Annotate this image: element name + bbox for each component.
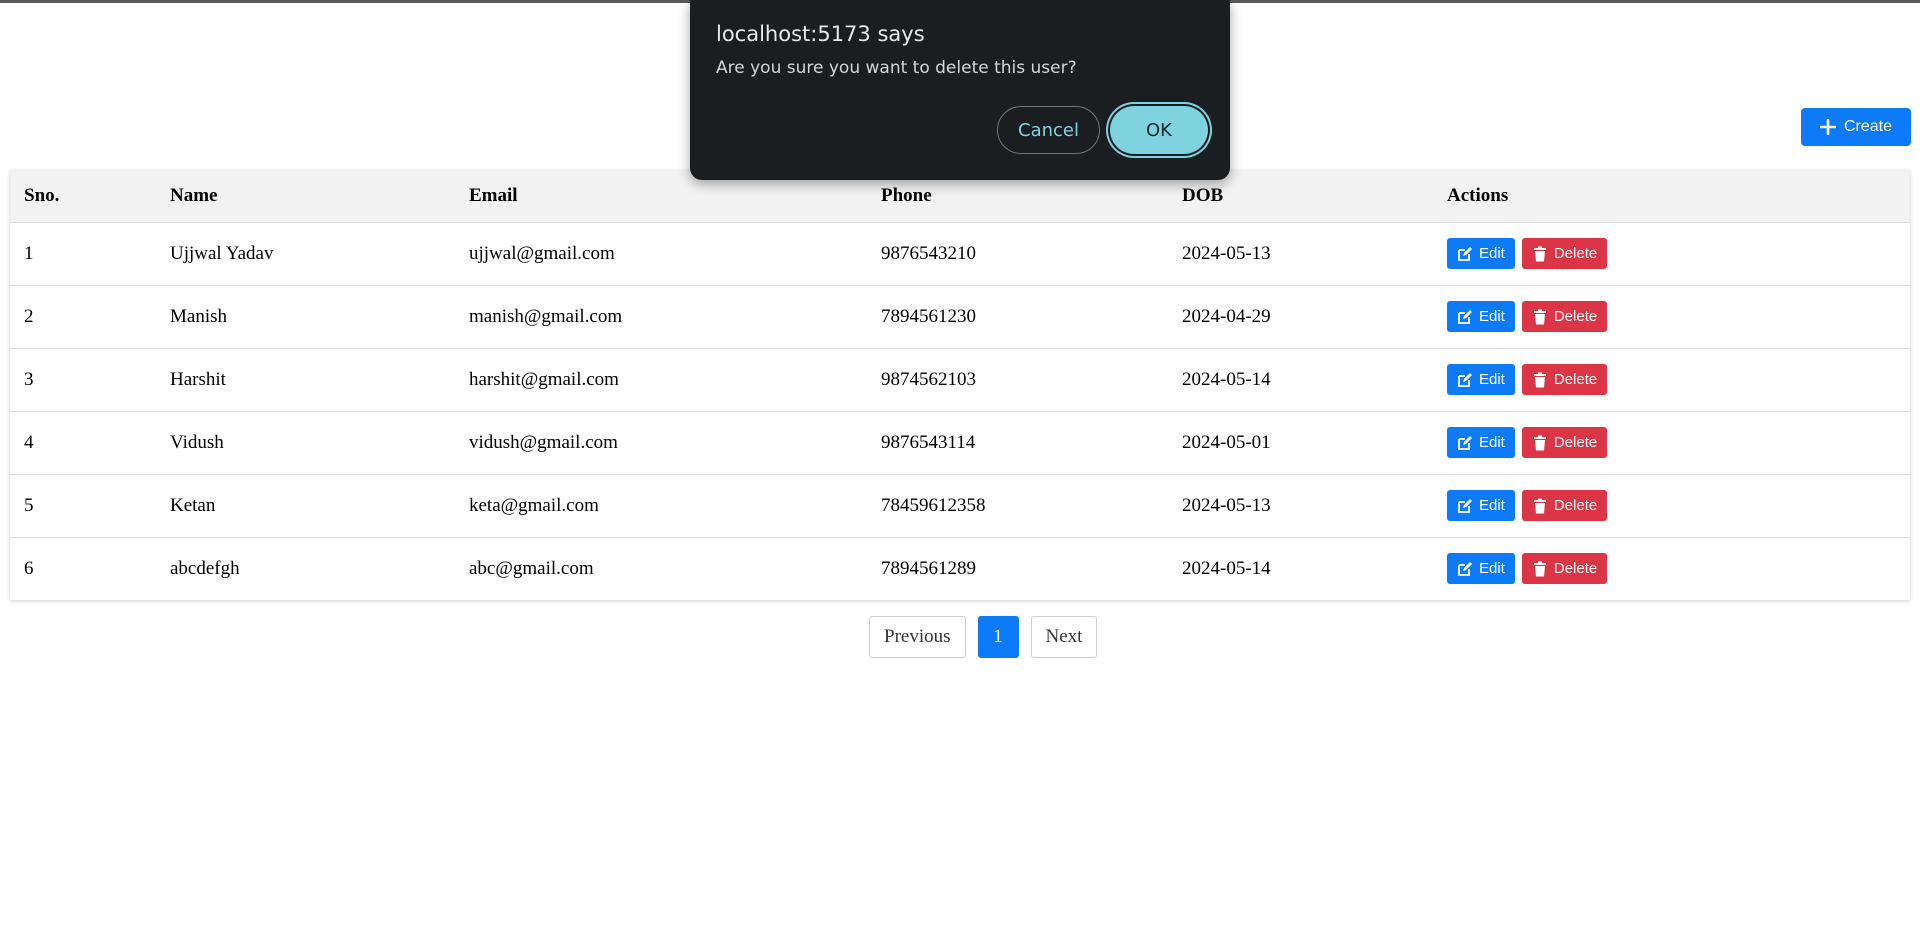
cell-phone: 9874562103 (881, 368, 976, 390)
cell-phone: 7894561230 (881, 305, 976, 327)
cell-dob: 2024-05-14 (1182, 368, 1271, 390)
users-table: Sno. Name Email Phone DOB Actions 1 Ujjwa… (10, 170, 1910, 600)
edit-icon (1458, 498, 1472, 513)
cell-phone: 78459612358 (881, 494, 986, 516)
cell-phone: 7894561289 (881, 557, 976, 579)
table-row: 4 Vidush vidush@gmail.com 9876543114 2024-05… (10, 411, 1910, 474)
cell-email: keta@gmail.com (469, 494, 599, 516)
edit-icon (1458, 246, 1472, 261)
create-button-label: Create (1843, 118, 1893, 135)
edit-icon (1458, 561, 1472, 576)
cell-name: Manish (170, 305, 227, 327)
cell-email: harshit@gmail.com (469, 368, 619, 390)
edit-icon (1458, 309, 1472, 324)
dialog-cancel-button[interactable]: Cancel (997, 106, 1100, 154)
delete-button-label: Delete (1553, 371, 1598, 388)
delete-button[interactable]: Delete (1521, 238, 1608, 269)
delete-button[interactable]: Delete (1521, 490, 1608, 521)
dialog-buttons: Cancel OK (997, 106, 1208, 154)
cell-email: manish@gmail.com (469, 305, 623, 327)
cell-actions: Edit Delete (1433, 537, 1910, 600)
edit-button[interactable]: Edit (1447, 490, 1515, 521)
table-row: 1 Ujjwal Yadav ujjwal@gmail.com 9876543210 2… (10, 222, 1910, 285)
cell-actions: Edit Delete (1433, 222, 1910, 285)
cell-dob: 2024-05-13 (1182, 494, 1271, 516)
trash-icon (1533, 498, 1546, 513)
create-button[interactable]: Create (1801, 108, 1911, 146)
trash-icon (1533, 372, 1546, 387)
delete-button-label: Delete (1553, 434, 1598, 451)
column-header-sno: Sno. (24, 184, 60, 206)
page-1-button[interactable]: 1 (977, 616, 1019, 658)
cell-email: abc@gmail.com (469, 557, 594, 579)
cell-actions: Edit Delete (1433, 411, 1910, 474)
delete-button-label: Delete (1553, 497, 1598, 514)
delete-button[interactable]: Delete (1521, 364, 1608, 395)
plus-icon (1819, 119, 1836, 135)
previous-page-button[interactable]: Previous (869, 616, 966, 658)
confirm-dialog: localhost:5173 says Are you sure you wan… (690, 0, 1230, 180)
edit-button[interactable]: Edit (1447, 427, 1515, 458)
edit-button-label: Edit (1479, 434, 1505, 451)
dialog-title: localhost:5173 says (716, 22, 925, 46)
cell-sno: 5 (24, 494, 34, 516)
edit-icon (1458, 372, 1472, 387)
column-header-name: Name (170, 184, 218, 206)
cell-phone: 9876543210 (881, 242, 976, 264)
cell-actions: Edit Delete (1433, 348, 1910, 411)
edit-button-label: Edit (1479, 308, 1505, 325)
edit-button-label: Edit (1479, 497, 1505, 514)
delete-button-label: Delete (1553, 308, 1598, 325)
trash-icon (1533, 561, 1546, 577)
cell-actions: Edit Delete (1433, 285, 1910, 348)
cell-name: abcdefgh (170, 557, 240, 579)
edit-button-label: Edit (1479, 371, 1505, 388)
table-row: 2 Manish manish@gmail.com 7894561230 2024-04… (10, 285, 1910, 348)
delete-button[interactable]: Delete (1521, 553, 1608, 585)
cell-dob: 2024-04-29 (1182, 305, 1271, 327)
cell-sno: 2 (24, 305, 34, 327)
delete-button-label: Delete (1553, 560, 1598, 578)
column-header-actions: Actions (1447, 184, 1509, 206)
cell-sno: 1 (24, 242, 34, 264)
edit-button[interactable]: Edit (1447, 553, 1515, 585)
cell-sno: 3 (24, 368, 34, 390)
cell-name: Harshit (170, 368, 226, 390)
cell-email: ujjwal@gmail.com (469, 242, 615, 264)
edit-icon (1458, 435, 1472, 450)
cell-phone: 9876543114 (881, 431, 976, 453)
table-body: 1 Ujjwal Yadav ujjwal@gmail.com 9876543210 2… (10, 222, 1910, 600)
cell-dob: 2024-05-01 (1182, 431, 1271, 453)
edit-button-label: Edit (1479, 245, 1505, 262)
cell-sno: 4 (24, 431, 34, 453)
dialog-ok-button[interactable]: OK (1110, 106, 1208, 154)
cell-actions: Edit Delete (1433, 474, 1910, 537)
delete-button[interactable]: Delete (1521, 427, 1608, 458)
edit-button[interactable]: Edit (1447, 364, 1515, 395)
table-row: 3 Harshit harshit@gmail.com 9874562103 2024-… (10, 348, 1910, 411)
cell-name: Vidush (170, 431, 224, 453)
table-row: 5 Ketan keta@gmail.com 78459612358 2024-05-1… (10, 474, 1910, 537)
next-page-button[interactable]: Next (1030, 616, 1098, 658)
edit-button[interactable]: Edit (1447, 238, 1515, 269)
dialog-message: Are you sure you want to delete this use… (716, 58, 1077, 78)
delete-button[interactable]: Delete (1521, 301, 1608, 332)
cell-dob: 2024-05-13 (1182, 242, 1271, 264)
delete-button-label: Delete (1553, 245, 1598, 262)
edit-button[interactable]: Edit (1447, 301, 1515, 332)
pagination: Previous 1 Next (869, 616, 1098, 658)
trash-icon (1533, 435, 1546, 450)
trash-icon (1533, 309, 1546, 324)
cell-name: Ujjwal Yadav (170, 242, 274, 264)
cell-dob: 2024-05-14 (1182, 557, 1271, 579)
cell-name: Ketan (170, 494, 216, 516)
users-table-container: Sno. Name Email Phone DOB Actions 1 Ujjwa… (10, 170, 1910, 600)
table-row: 6 abcdefgh abc@gmail.com 7894561289 2024-05-… (10, 537, 1910, 600)
cell-email: vidush@gmail.com (469, 431, 618, 453)
trash-icon (1533, 246, 1546, 261)
cell-sno: 6 (24, 557, 34, 579)
edit-button-label: Edit (1479, 560, 1505, 578)
